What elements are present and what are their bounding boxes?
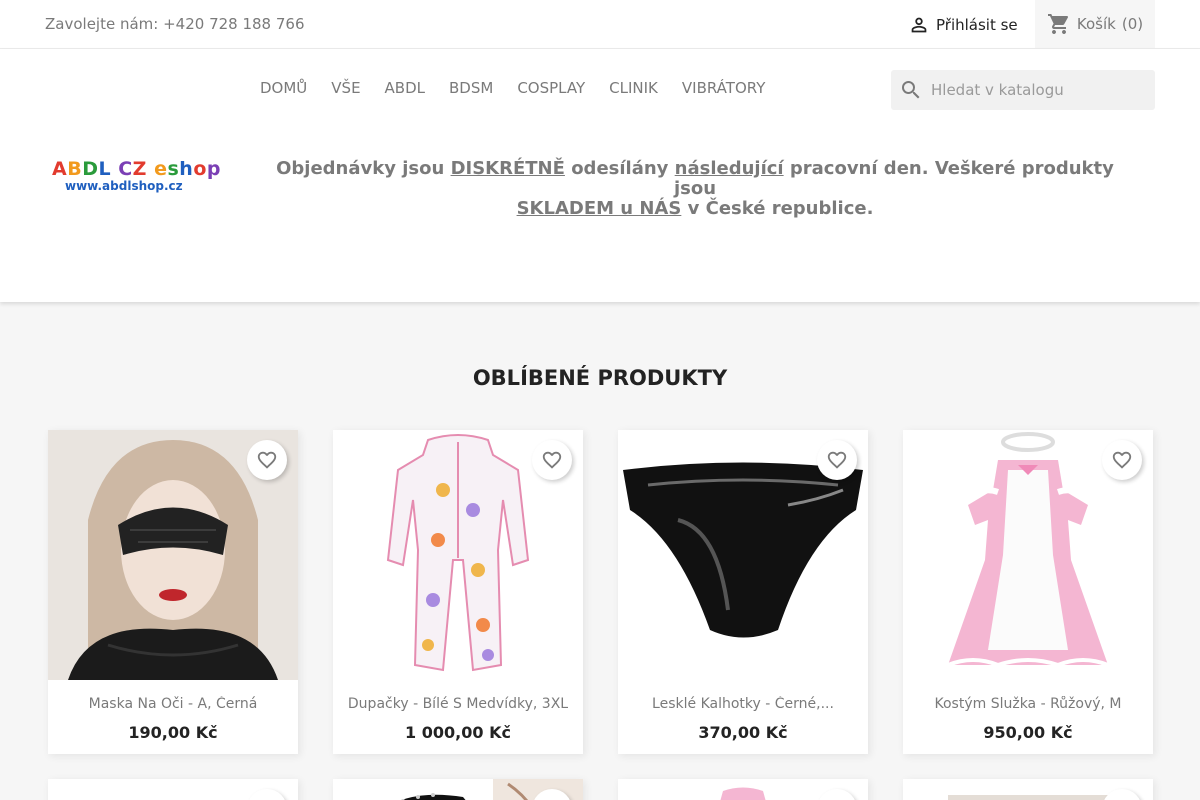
product-card[interactable]: Lesklé Kalhotky - Černé,... 370,00 Kč [618, 430, 868, 754]
shopping-cart-icon [1047, 14, 1068, 34]
search-box [891, 70, 1155, 110]
section-title: OBLÍBENÉ PRODUKTY [472, 366, 728, 390]
product-name[interactable]: Maska Na Oči - A, Černá [48, 696, 298, 712]
logo-wordmark: ABDL CZ eshop [52, 158, 221, 180]
shipping-notice: Objednávky jsou DISKRÉTNĚ odesílány násl… [276, 158, 1114, 219]
header: DOMŮ VŠE ABDL BDSM COSPLAY CLINIK VIBRÁT… [0, 49, 1200, 302]
signin-link[interactable]: Přihlásit se [908, 13, 1018, 37]
heart-outline-icon [257, 451, 277, 469]
product-card[interactable] [903, 779, 1153, 800]
menu-item-abdl[interactable]: ABDL [373, 79, 437, 97]
search-icon[interactable] [899, 78, 923, 102]
favorite-button[interactable] [247, 440, 287, 480]
main-menu: DOMŮ VŠE ABDL BDSM COSPLAY CLINIK VIBRÁT… [260, 79, 777, 97]
product-price: 950,00 Kč [983, 723, 1073, 742]
menu-item-cosplay[interactable]: COSPLAY [505, 79, 597, 97]
product-card[interactable] [333, 779, 583, 800]
favorite-button[interactable] [247, 789, 287, 800]
product-card[interactable]: Kostým Služka - Růžový, M 950,00 Kč [903, 430, 1153, 754]
product-card[interactable]: Maska Na Oči - A, Černá 190,00 Kč [48, 430, 298, 754]
heart-outline-icon [827, 451, 847, 469]
product-card[interactable] [48, 779, 298, 800]
logo[interactable]: ABDL CZ eshop www.abdlshop.cz [52, 158, 221, 199]
logo-url: www.abdlshop.cz [65, 179, 183, 193]
product-price: 190,00 Kč [128, 723, 218, 742]
menu-item-vibrators[interactable]: VIBRÁTORY [670, 79, 777, 97]
user-icon [911, 17, 927, 33]
notice-in-stock: SKLADEM u NÁS [516, 198, 682, 219]
notice-discreet: DISKRÉTNĚ [450, 158, 565, 179]
favorite-button[interactable] [817, 440, 857, 480]
menu-item-home[interactable]: DOMŮ [260, 79, 319, 97]
product-price: 370,00 Kč [698, 723, 788, 742]
product-name[interactable]: Lesklé Kalhotky - Černé,... [618, 696, 868, 712]
search-input[interactable] [931, 81, 1141, 99]
heart-outline-icon [542, 451, 562, 469]
contact-phone: Zavolejte nám: +420 728 188 766 [45, 15, 305, 33]
cart-count: (0) [1121, 15, 1144, 33]
menu-item-all[interactable]: VŠE [319, 79, 372, 97]
favorite-button[interactable] [1102, 440, 1142, 480]
menu-item-bdsm[interactable]: BDSM [437, 79, 505, 97]
product-name[interactable]: Kostým Služka - Růžový, M [903, 696, 1153, 712]
signin-label: Přihlásit se [936, 16, 1018, 34]
favorite-button[interactable] [532, 440, 572, 480]
top-bar: Zavolejte nám: +420 728 188 766 Přihlási… [0, 0, 1200, 49]
product-card[interactable] [618, 779, 868, 800]
heart-outline-icon [1112, 451, 1132, 469]
product-name[interactable]: Dupačky - Bílé S Medvídky, 3XL [333, 696, 583, 712]
cart-label: Košík [1076, 15, 1116, 33]
notice-next-day: následující [674, 158, 784, 179]
product-card[interactable]: Dupačky - Bílé S Medvídky, 3XL 1 000,00 … [333, 430, 583, 754]
cart-button[interactable]: Košík (0) [1035, 0, 1155, 48]
product-price: 1 000,00 Kč [405, 723, 511, 742]
menu-item-clinik[interactable]: CLINIK [597, 79, 670, 97]
